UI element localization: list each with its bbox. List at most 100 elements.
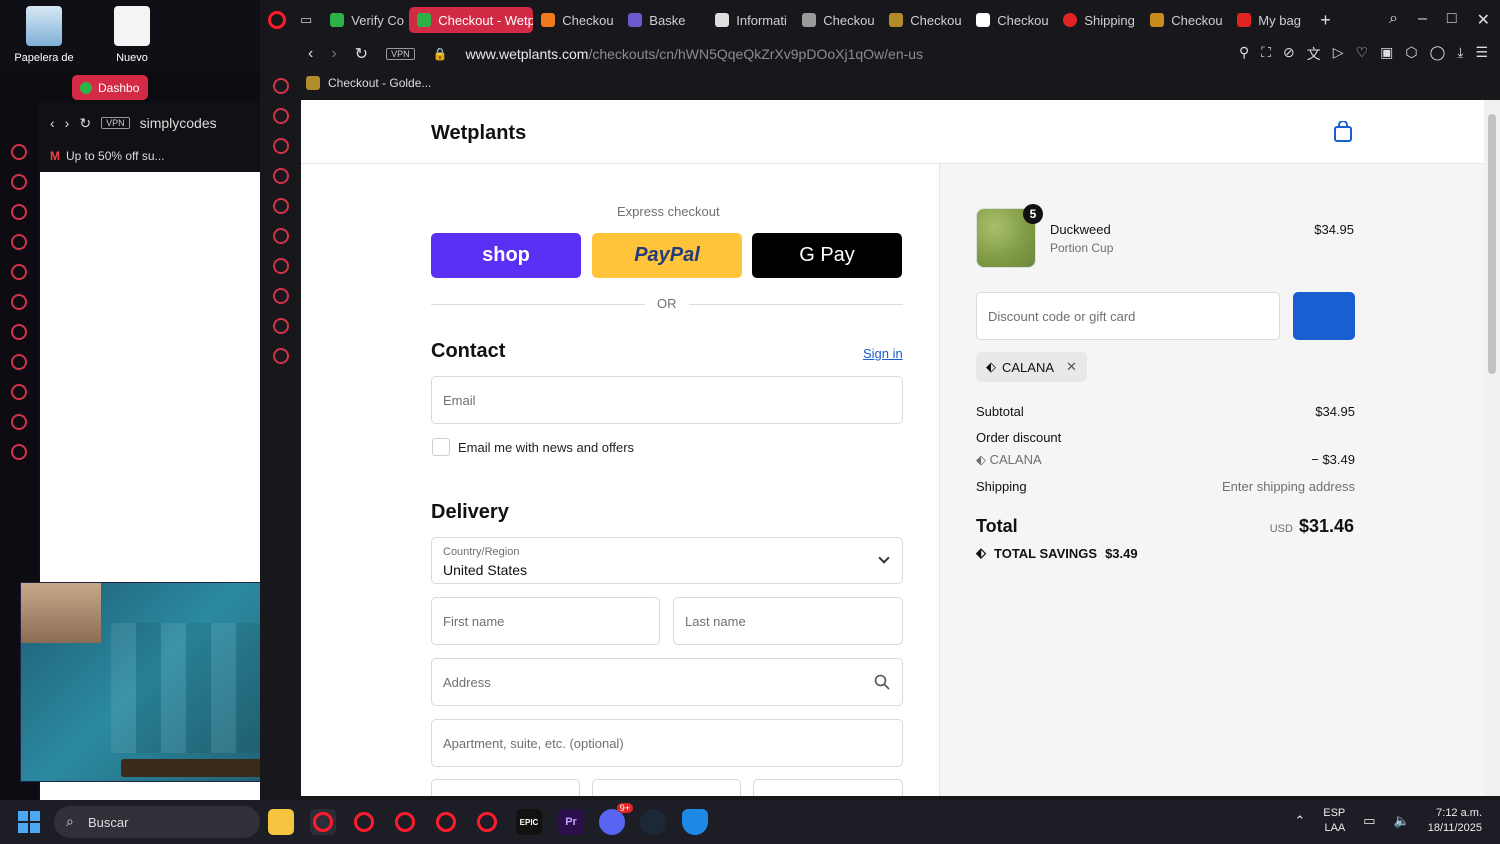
language-indicator[interactable]: ESP LAA — [1323, 806, 1345, 836]
last-name-field[interactable]: Last name — [673, 597, 903, 645]
heart-icon[interactable]: ♡ — [1356, 44, 1369, 64]
tab-information[interactable]: Informati — [707, 7, 794, 33]
bookmark-checkout-golden[interactable]: Checkout - Golde... — [328, 76, 431, 90]
opera-taskbar-icon[interactable] — [310, 809, 336, 835]
pin-icon[interactable]: ⚲ — [1239, 44, 1249, 64]
remove-code-icon[interactable]: ✕ — [1066, 359, 1077, 375]
tab-shipping[interactable]: Shipping — [1055, 7, 1142, 33]
defender-icon[interactable] — [682, 809, 708, 835]
bag-icon[interactable] — [273, 108, 289, 124]
sign-in-link[interactable]: Sign in — [863, 346, 903, 361]
country-select[interactable]: Country/Region United States — [431, 537, 903, 584]
back-icon[interactable]: ‹ — [308, 45, 313, 63]
volume-icon[interactable]: 🔈 — [1394, 813, 1410, 829]
close-icon[interactable]: ✕ — [1477, 10, 1490, 30]
workspace-icon[interactable]: ▭ — [300, 12, 312, 28]
clock-icon[interactable] — [11, 384, 27, 400]
reload-icon[interactable]: ↻ — [79, 115, 91, 132]
discount-code-input[interactable]: Discount code or gift card — [976, 292, 1280, 340]
tab-checkout-4[interactable]: Checkou — [881, 7, 968, 33]
epic-games-icon[interactable]: EPIC — [516, 809, 542, 835]
paypal-button[interactable]: PayPal — [592, 233, 742, 278]
network-icon[interactable]: ▭ — [1363, 813, 1375, 829]
wallet-icon[interactable] — [11, 204, 27, 220]
clock[interactable]: 7:12 a.m. 18/11/2025 — [1428, 806, 1482, 836]
scrollbar-thumb[interactable] — [1488, 114, 1496, 374]
tab-checkout-5[interactable]: Checkou — [968, 7, 1055, 33]
page-scrollbar[interactable] — [1484, 100, 1500, 796]
tab-basket[interactable]: Baske — [620, 7, 707, 33]
menu-icon[interactable]: ☰ — [1475, 44, 1488, 64]
opera-taskbar-icon[interactable] — [474, 809, 500, 835]
x-icon[interactable] — [11, 324, 27, 340]
twitch-icon[interactable] — [273, 228, 289, 244]
history-icon[interactable] — [273, 78, 289, 94]
send-icon[interactable]: ▷ — [1333, 44, 1344, 64]
city-field[interactable] — [431, 779, 580, 796]
tab-checkout-3[interactable]: Checkou — [794, 7, 881, 33]
opera-taskbar-icon[interactable] — [392, 809, 418, 835]
snapshot-icon[interactable]: ⛶ — [1261, 44, 1271, 64]
minimize-icon[interactable]: – — [1418, 10, 1427, 30]
tab-verify[interactable]: Verify Co — [322, 7, 409, 33]
player-icon[interactable] — [273, 258, 289, 274]
gmail-icon[interactable] — [273, 168, 289, 184]
aria-icon[interactable] — [273, 198, 289, 214]
shopping-bag-icon[interactable] — [1333, 121, 1353, 143]
brand-logo[interactable]: Wetplants — [431, 122, 526, 145]
extensions-icon[interactable] — [11, 414, 27, 430]
address-field[interactable]: Address — [431, 658, 903, 706]
tab-checkout-2[interactable]: Checkou — [533, 7, 620, 33]
apartment-field[interactable]: Apartment, suite, etc. (optional) — [431, 719, 903, 767]
reload-icon[interactable]: ↻ — [355, 44, 368, 64]
email-field[interactable]: Email — [431, 376, 903, 424]
wallet-icon[interactable]: ▣ — [1380, 44, 1393, 64]
vpn-badge[interactable]: VPN — [101, 117, 130, 129]
chevron-up-icon[interactable]: ⌃ — [1294, 813, 1305, 829]
opera-taskbar-icon[interactable] — [351, 809, 377, 835]
maximize-icon[interactable]: □ — [1447, 10, 1457, 30]
translate-icon[interactable]: 文 — [1307, 44, 1321, 64]
shop-pay-button[interactable]: shop — [431, 233, 581, 278]
tab-checkout-6[interactable]: Checkou — [1142, 7, 1229, 33]
extensions-icon[interactable]: ⬡ — [1405, 44, 1417, 64]
spotify-icon[interactable] — [11, 354, 27, 370]
url-field[interactable]: www.wetplants.com/checkouts/cn/hWN5QqeQk… — [466, 46, 924, 62]
windows-start-icon[interactable] — [18, 811, 40, 833]
vpn-badge[interactable]: VPN — [386, 48, 415, 60]
bg-bookmark[interactable]: M Up to 50% off su... — [40, 142, 260, 170]
settings-icon[interactable] — [11, 444, 27, 460]
aria-icon[interactable] — [11, 264, 27, 280]
wallet-icon[interactable] — [273, 138, 289, 154]
settings-icon[interactable] — [273, 348, 289, 364]
tab-checkout-wetplants[interactable]: Checkout - Wetp — [409, 7, 534, 33]
history-icon[interactable] — [11, 144, 27, 160]
clock-icon[interactable] — [273, 288, 289, 304]
adblock-icon[interactable]: ⊘ — [1283, 44, 1295, 64]
state-field[interactable] — [592, 779, 741, 796]
extensions-icon[interactable] — [273, 318, 289, 334]
profile-icon[interactable]: ◯ — [1430, 44, 1446, 64]
download-icon[interactable]: ⤓ — [1457, 44, 1463, 64]
first-name-field[interactable]: First name — [431, 597, 660, 645]
file-explorer-icon[interactable] — [268, 809, 294, 835]
google-pay-button[interactable]: G Pay — [752, 233, 902, 278]
forward-icon[interactable]: › — [331, 45, 336, 63]
news-checkbox-label[interactable]: Email me with news and offers — [458, 440, 634, 455]
search-tabs-icon[interactable]: ⌕ — [1389, 10, 1398, 30]
discord-icon[interactable]: 9+ — [599, 803, 633, 835]
taskbar-search[interactable]: ⌕ Buscar — [54, 806, 260, 838]
tab-my-bag[interactable]: My bag — [1229, 7, 1316, 33]
lock-icon[interactable]: 🔒 — [433, 47, 448, 61]
bg-active-tab[interactable]: Dashbo — [72, 75, 148, 100]
forward-icon[interactable]: › — [65, 115, 70, 131]
steam-icon[interactable] — [640, 809, 666, 835]
premiere-icon[interactable]: Pr — [558, 809, 584, 835]
twitch-icon[interactable] — [11, 294, 27, 310]
bag-icon[interactable] — [11, 174, 27, 190]
opera-taskbar-icon[interactable] — [433, 809, 459, 835]
gmail-icon[interactable] — [11, 234, 27, 250]
new-tab-icon[interactable]: + — [1320, 10, 1331, 31]
bg-address-bar[interactable]: ‹ › ↻ VPN simplycodes — [40, 106, 260, 140]
news-checkbox[interactable] — [432, 438, 450, 456]
